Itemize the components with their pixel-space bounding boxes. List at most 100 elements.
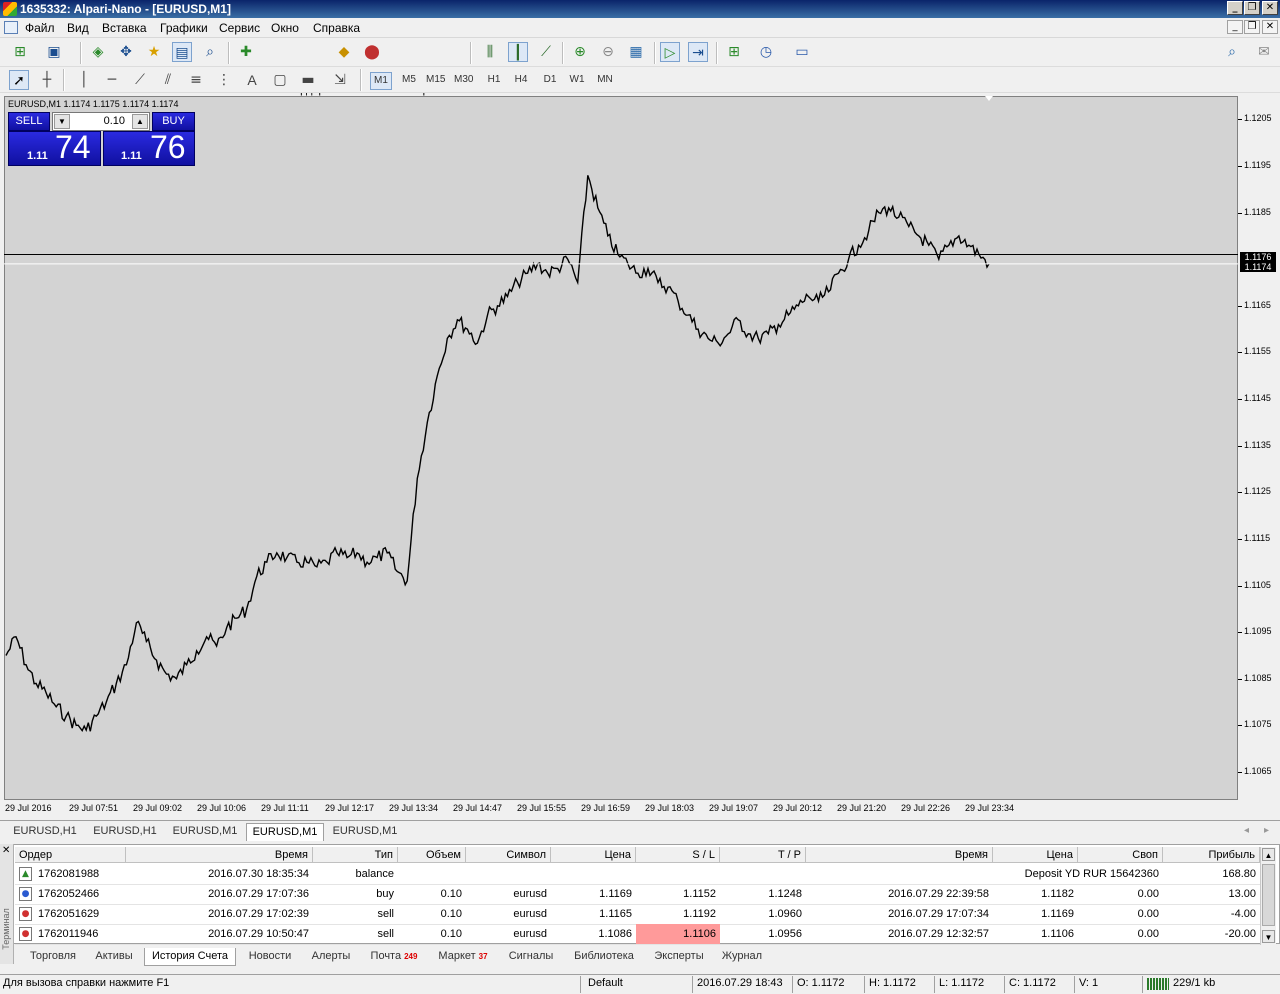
menu-window[interactable]: Окно	[271, 21, 299, 35]
fibo-grid-icon[interactable]: ⋮	[214, 70, 234, 90]
column-header[interactable]: Своп	[1078, 847, 1163, 863]
cursor-icon[interactable]: ➚	[9, 70, 29, 90]
terminal-icon[interactable]: ▤	[172, 42, 192, 62]
arrows-icon[interactable]: ⇲	[330, 70, 350, 90]
new-order-icon[interactable]: ✚	[236, 42, 256, 62]
zoom-out-icon[interactable]: ⊖	[598, 42, 618, 62]
terminal-tab[interactable]: Маркет 37	[430, 948, 496, 966]
timeframe-d1[interactable]: D1	[539, 72, 561, 90]
terminal-tab[interactable]: Эксперты	[646, 948, 712, 966]
terminal-tab[interactable]: Новости	[240, 948, 300, 966]
bar-chart-icon[interactable]: ⫼	[480, 42, 500, 62]
column-header[interactable]: Тип	[313, 847, 398, 863]
indicators-icon[interactable]: ⊞	[724, 42, 744, 62]
column-header[interactable]: Цена	[993, 847, 1078, 863]
price-chart[interactable]	[4, 96, 1238, 800]
menu-help[interactable]: Справка	[313, 21, 360, 35]
market-watch-icon[interactable]: ◈	[88, 42, 108, 62]
terminal-tab[interactable]: Журнал	[716, 948, 768, 966]
timeframe-h1[interactable]: H1	[483, 72, 505, 90]
chat-icon[interactable]: ✉	[1254, 42, 1274, 62]
timeframe-m15[interactable]: M15	[424, 72, 446, 90]
chart-tab[interactable]: EURUSD,H1	[6, 823, 84, 841]
tab-scroll-left-icon[interactable]: ◂	[1244, 825, 1249, 836]
timeframe-m1[interactable]: M1	[370, 72, 392, 90]
terminal-tab[interactable]: Торговля	[22, 948, 84, 966]
tile-windows-icon[interactable]: ▦	[626, 42, 646, 62]
menu-tools[interactable]: Сервис	[219, 21, 260, 35]
volume-down-icon[interactable]: ▼	[54, 114, 70, 129]
horizontal-line-icon[interactable]: ─	[102, 70, 122, 90]
metaeditor-icon[interactable]: ◆	[334, 42, 354, 62]
menu-file[interactable]: Файл	[25, 21, 55, 35]
search-icon[interactable]: ⌕	[1222, 42, 1242, 62]
channel-icon[interactable]: ⫽	[158, 70, 178, 90]
terminal-tab[interactable]: История Счета	[144, 948, 236, 966]
strategy-tester-icon[interactable]: ⌕	[200, 42, 220, 62]
candlestick-icon[interactable]: ┃	[508, 42, 528, 62]
column-header[interactable]: Цена	[551, 847, 636, 863]
terminal-tab[interactable]: Сигналы	[500, 948, 562, 966]
status-profile[interactable]: Default	[588, 977, 623, 989]
close-button[interactable]: ✕	[1262, 1, 1278, 15]
column-header[interactable]: Символ	[466, 847, 551, 863]
chart-tab[interactable]: EURUSD,M1	[246, 823, 324, 841]
trendline-icon[interactable]: ⟋	[130, 70, 150, 90]
column-header[interactable]: Время	[126, 847, 313, 863]
column-header[interactable]: Ордер	[15, 847, 126, 863]
scroll-thumb[interactable]	[1262, 864, 1275, 926]
periods-icon[interactable]: ◷	[756, 42, 776, 62]
navigator-icon[interactable]: ★	[144, 42, 164, 62]
scroll-down-icon[interactable]: ▼	[1262, 930, 1275, 943]
maximize-button[interactable]: ❐	[1244, 1, 1260, 15]
menu-charts[interactable]: Графики	[160, 21, 208, 35]
connection-bars-icon[interactable]	[1147, 978, 1169, 990]
vertical-line-icon[interactable]: │	[74, 70, 94, 90]
mdi-minimize-button[interactable]: _	[1227, 20, 1243, 34]
crosshair-icon[interactable]: ┼	[37, 70, 57, 90]
auto-scroll-icon[interactable]: ▷	[660, 42, 680, 62]
terminal-tab[interactable]: Почта 249	[362, 948, 426, 966]
column-header[interactable]: S / L	[636, 847, 720, 863]
timeframe-h4[interactable]: H4	[510, 72, 532, 90]
rectangle-icon[interactable]: ▬	[298, 70, 318, 90]
minimize-button[interactable]: _	[1227, 1, 1243, 15]
chart-tab[interactable]: EURUSD,H1	[86, 823, 164, 841]
volume-up-icon[interactable]: ▲	[132, 114, 148, 129]
sell-button[interactable]: SELL	[8, 112, 50, 131]
templates-icon[interactable]: ▭	[792, 42, 812, 62]
terminal-tab[interactable]: Алерты	[304, 948, 358, 966]
terminal-scrollbar[interactable]: ▲ ▼	[1260, 847, 1276, 945]
timeframe-mn[interactable]: MN	[594, 72, 616, 90]
timeframe-w1[interactable]: W1	[566, 72, 588, 90]
auto-trading-icon[interactable]: ⬤	[362, 42, 382, 62]
buy-price-button[interactable]: 1.11 76	[103, 129, 195, 166]
line-chart-icon[interactable]: ⟋	[536, 42, 556, 62]
profiles-icon[interactable]: ▣	[44, 42, 64, 62]
zoom-in-icon[interactable]: ⊕	[570, 42, 590, 62]
text-label-icon[interactable]: ▢	[270, 70, 290, 90]
sort-desc-icon[interactable]: ▽	[978, 849, 984, 858]
column-header[interactable]: Время	[806, 847, 993, 863]
menu-insert[interactable]: Вставка	[102, 21, 147, 35]
column-header[interactable]: Прибыль	[1163, 847, 1260, 863]
timeframe-m5[interactable]: M5	[398, 72, 420, 90]
scroll-up-icon[interactable]: ▲	[1262, 848, 1275, 861]
timeframe-m30[interactable]: M30	[452, 72, 474, 90]
new-chart-icon[interactable]: ⊞	[10, 42, 30, 62]
terminal-close-icon[interactable]: ✕	[2, 845, 10, 856]
column-header[interactable]: T / P	[720, 847, 806, 863]
text-icon[interactable]: A	[242, 70, 262, 90]
chart-shift-icon[interactable]: ⇥	[688, 42, 708, 62]
terminal-tab[interactable]: Библиотека	[566, 948, 642, 966]
mdi-close-button[interactable]: ✕	[1262, 20, 1278, 34]
fibonacci-icon[interactable]: ≡	[186, 70, 206, 90]
sell-price-button[interactable]: 1.11 74	[8, 129, 101, 166]
menu-view[interactable]: Вид	[67, 21, 89, 35]
terminal-tab[interactable]: Активы	[88, 948, 140, 966]
chart-tab[interactable]: EURUSD,M1	[166, 823, 244, 841]
chart-tab[interactable]: EURUSD,M1	[326, 823, 404, 841]
tab-scroll-right-icon[interactable]: ▸	[1264, 825, 1269, 836]
mdi-restore-button[interactable]: ❐	[1244, 20, 1260, 34]
data-window-icon[interactable]: ✥	[116, 42, 136, 62]
